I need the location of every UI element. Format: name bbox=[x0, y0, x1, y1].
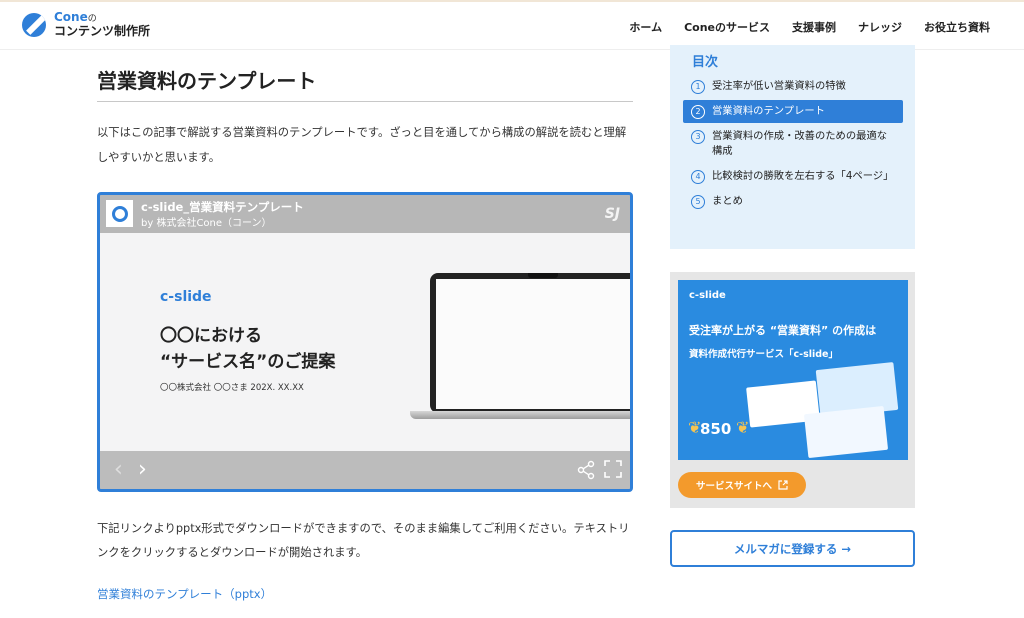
service-site-label: サービスサイトへ bbox=[695, 481, 772, 492]
toc-number: 4 bbox=[691, 170, 705, 184]
toc-title: 目次 bbox=[692, 55, 719, 70]
embed-controls: ‹ › bbox=[100, 451, 630, 489]
external-link-icon bbox=[778, 480, 788, 490]
fullscreen-icon[interactable] bbox=[604, 460, 622, 478]
main-nav: ホーム Coneのサービス 支援事例 ナレッジ お役立ち資料 bbox=[629, 19, 990, 35]
slide-preview: c-slide 〇〇における “サービス名”のご提案 〇〇株式会社 〇〇さま 2… bbox=[100, 233, 630, 451]
nav-resources[interactable]: お役立ち資料 bbox=[924, 19, 990, 35]
toc-number: 1 bbox=[691, 80, 705, 94]
nav-case-studies[interactable]: 支援事例 bbox=[792, 19, 836, 35]
slide-heading-line2: “サービス名”のご提案 bbox=[160, 352, 336, 372]
banner-headline: 受注率が上がる “営業資料” の作成は bbox=[689, 324, 877, 337]
toc-number: 5 bbox=[691, 195, 705, 209]
banner-logo: c-slide bbox=[689, 290, 726, 301]
toc-item[interactable]: 5 まとめ bbox=[683, 190, 903, 213]
document-illustration bbox=[803, 405, 889, 459]
nav-home[interactable]: ホーム bbox=[629, 19, 662, 35]
cone-logo-icon bbox=[22, 12, 46, 37]
next-slide-icon[interactable]: › bbox=[138, 457, 147, 482]
service-banner[interactable]: c-slide 受注率が上がる “営業資料” の作成は 資料作成代行サービス「c… bbox=[670, 272, 915, 508]
share-icon[interactable] bbox=[576, 460, 596, 480]
slide-heading-line1: 〇〇における bbox=[160, 326, 262, 346]
toc-label: 営業資料の作成・改善のための最適な構成 bbox=[712, 130, 888, 157]
nav-services[interactable]: Coneのサービス bbox=[684, 19, 770, 35]
toc-item[interactable]: 3 営業資料の作成・改善のための最適な構成 bbox=[683, 125, 903, 163]
download-paragraph: 下記リンクよりpptx形式でダウンロードができますので、そのまま編集してご利用く… bbox=[97, 522, 630, 559]
embed-author[interactable]: by 株式会社Cone（コーン） bbox=[141, 214, 272, 229]
toc-number: 2 bbox=[691, 105, 705, 119]
logo-brand: Cone bbox=[54, 10, 88, 24]
newsletter-signup-button[interactable]: メルマガに登録する → bbox=[670, 530, 915, 567]
intro-paragraph: 以下はこの記事で解説する営業資料のテンプレートです。ざっと目を通してから構成の解… bbox=[97, 126, 627, 164]
toc-number: 3 bbox=[691, 130, 705, 144]
toc-label: 営業資料のテンプレート bbox=[712, 105, 825, 117]
speakerdeck-logo-icon[interactable]: SJ bbox=[605, 206, 620, 222]
embed-title[interactable]: c-slide_営業資料テンプレート bbox=[141, 199, 304, 215]
logo-subtitle: コンテンツ制作所 bbox=[54, 23, 151, 38]
toc-label: 比較検討の勝敗を左右する「4ページ」 bbox=[712, 170, 894, 182]
nav-knowledge[interactable]: ナレッジ bbox=[858, 19, 902, 35]
laurel-icon: ❦ bbox=[736, 418, 750, 437]
logo-particle: の bbox=[87, 14, 97, 24]
banner-image: c-slide 受注率が上がる “営業資料” の作成は 資料作成代行サービス「c… bbox=[678, 280, 908, 460]
toc-item[interactable]: 1 受注率が低い営業資料の特徴 bbox=[683, 75, 903, 98]
toc-label: まとめ bbox=[712, 195, 743, 207]
embed-header: c-slide_営業資料テンプレート by 株式会社Cone（コーン） SJ bbox=[100, 195, 630, 233]
previous-slide-icon[interactable]: ‹ bbox=[114, 457, 123, 482]
embed-avatar[interactable] bbox=[106, 200, 133, 227]
toc-list: 1 受注率が低い営業資料の特徴 2 営業資料のテンプレート 3 営業資料の作成・改善の… bbox=[683, 75, 903, 215]
toc-label: 受注率が低い営業資料の特徴 bbox=[712, 80, 846, 92]
slide-embed[interactable]: c-slide_営業資料テンプレート by 株式会社Cone（コーン） SJ c… bbox=[97, 192, 633, 492]
toc-item[interactable]: 4 比較検討の勝敗を左右する「4ページ」 bbox=[683, 165, 903, 188]
download-link[interactable]: 営業資料のテンプレート（pptx） bbox=[97, 586, 272, 602]
site-header: Coneの コンテンツ制作所 ホーム Coneのサービス 支援事例 ナレッジ お… bbox=[0, 0, 1024, 50]
service-site-button[interactable]: サービスサイトへ bbox=[678, 472, 806, 498]
site-logo[interactable]: Coneの コンテンツ制作所 bbox=[22, 10, 151, 38]
slide-brand: c-slide bbox=[160, 289, 212, 305]
section-title: 営業資料のテンプレート bbox=[97, 69, 317, 93]
table-of-contents: 目次 1 受注率が低い営業資料の特徴 2 営業資料のテンプレート 3 営業資料の作成・… bbox=[670, 45, 915, 249]
toc-item-active[interactable]: 2 営業資料のテンプレート bbox=[683, 100, 903, 123]
slide-meta: 〇〇株式会社 〇〇さま 202X. XX.XX bbox=[160, 383, 304, 393]
title-divider bbox=[97, 101, 633, 102]
banner-subline: 資料作成代行サービス「c-slide」 bbox=[689, 349, 838, 360]
banner-count: 850 bbox=[700, 420, 732, 438]
